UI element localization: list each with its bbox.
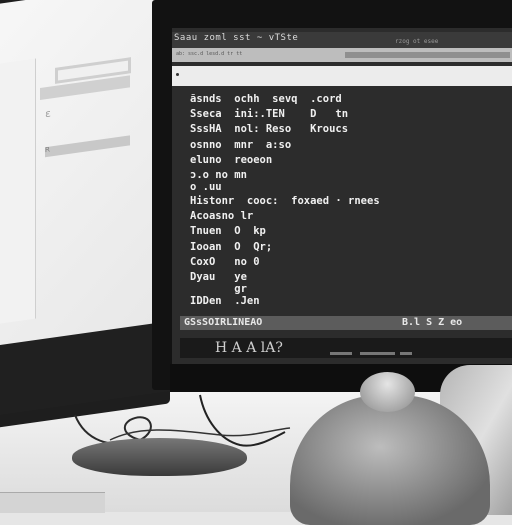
computer-mouse[interactable]	[72, 438, 247, 476]
cable	[199, 394, 286, 447]
keyboard-edge	[0, 492, 105, 513]
hand-knuckle	[360, 372, 415, 412]
